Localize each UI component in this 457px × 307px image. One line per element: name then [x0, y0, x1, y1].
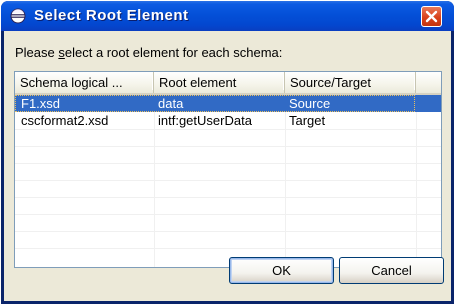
column-header-schema[interactable]: Schema logical ...	[15, 72, 154, 93]
dialog-body: Please select a root element for each sc…	[4, 31, 451, 301]
cell-schema: F1.xsd	[21, 96, 61, 111]
instructions-label: Please select a root element for each sc…	[15, 45, 283, 60]
table-row[interactable]: F1.xsd data Source	[15, 95, 441, 112]
grid-line	[15, 163, 441, 164]
eclipse-icon	[10, 8, 26, 24]
column-header-source-target[interactable]: Source/Target	[285, 72, 416, 93]
dialog-title: Select Root Element	[34, 7, 189, 24]
cell-source-target: Target	[289, 113, 326, 128]
grid-line	[15, 129, 441, 130]
grid-line	[15, 146, 441, 147]
grid-line	[15, 214, 441, 215]
cell-schema: cscformat2.xsd	[21, 113, 109, 128]
cell-source-target: Source	[289, 96, 331, 111]
dialog-window: Select Root Element Please select a root…	[1, 1, 454, 304]
table-header: Schema logical ... Root element Source/T…	[15, 72, 441, 95]
column-header-root-element[interactable]: Root element	[154, 72, 285, 93]
close-button[interactable]	[421, 6, 442, 27]
table-row[interactable]: cscformat2.xsd intf:getUserData Target	[15, 112, 441, 129]
title-bar[interactable]: Select Root Element	[1, 1, 454, 31]
ok-button[interactable]: OK	[229, 257, 334, 284]
close-x-icon	[425, 10, 438, 23]
grid-line	[15, 180, 441, 181]
cell-root-element[interactable]: data	[154, 95, 285, 112]
cell-root-element[interactable]: intf:getUserData	[154, 112, 285, 129]
cancel-button[interactable]: Cancel	[339, 257, 444, 284]
schema-table[interactable]: Schema logical ... Root element Source/T…	[14, 71, 442, 268]
grid-line	[15, 248, 441, 249]
grid-line	[15, 231, 441, 232]
grid-line	[15, 197, 441, 198]
